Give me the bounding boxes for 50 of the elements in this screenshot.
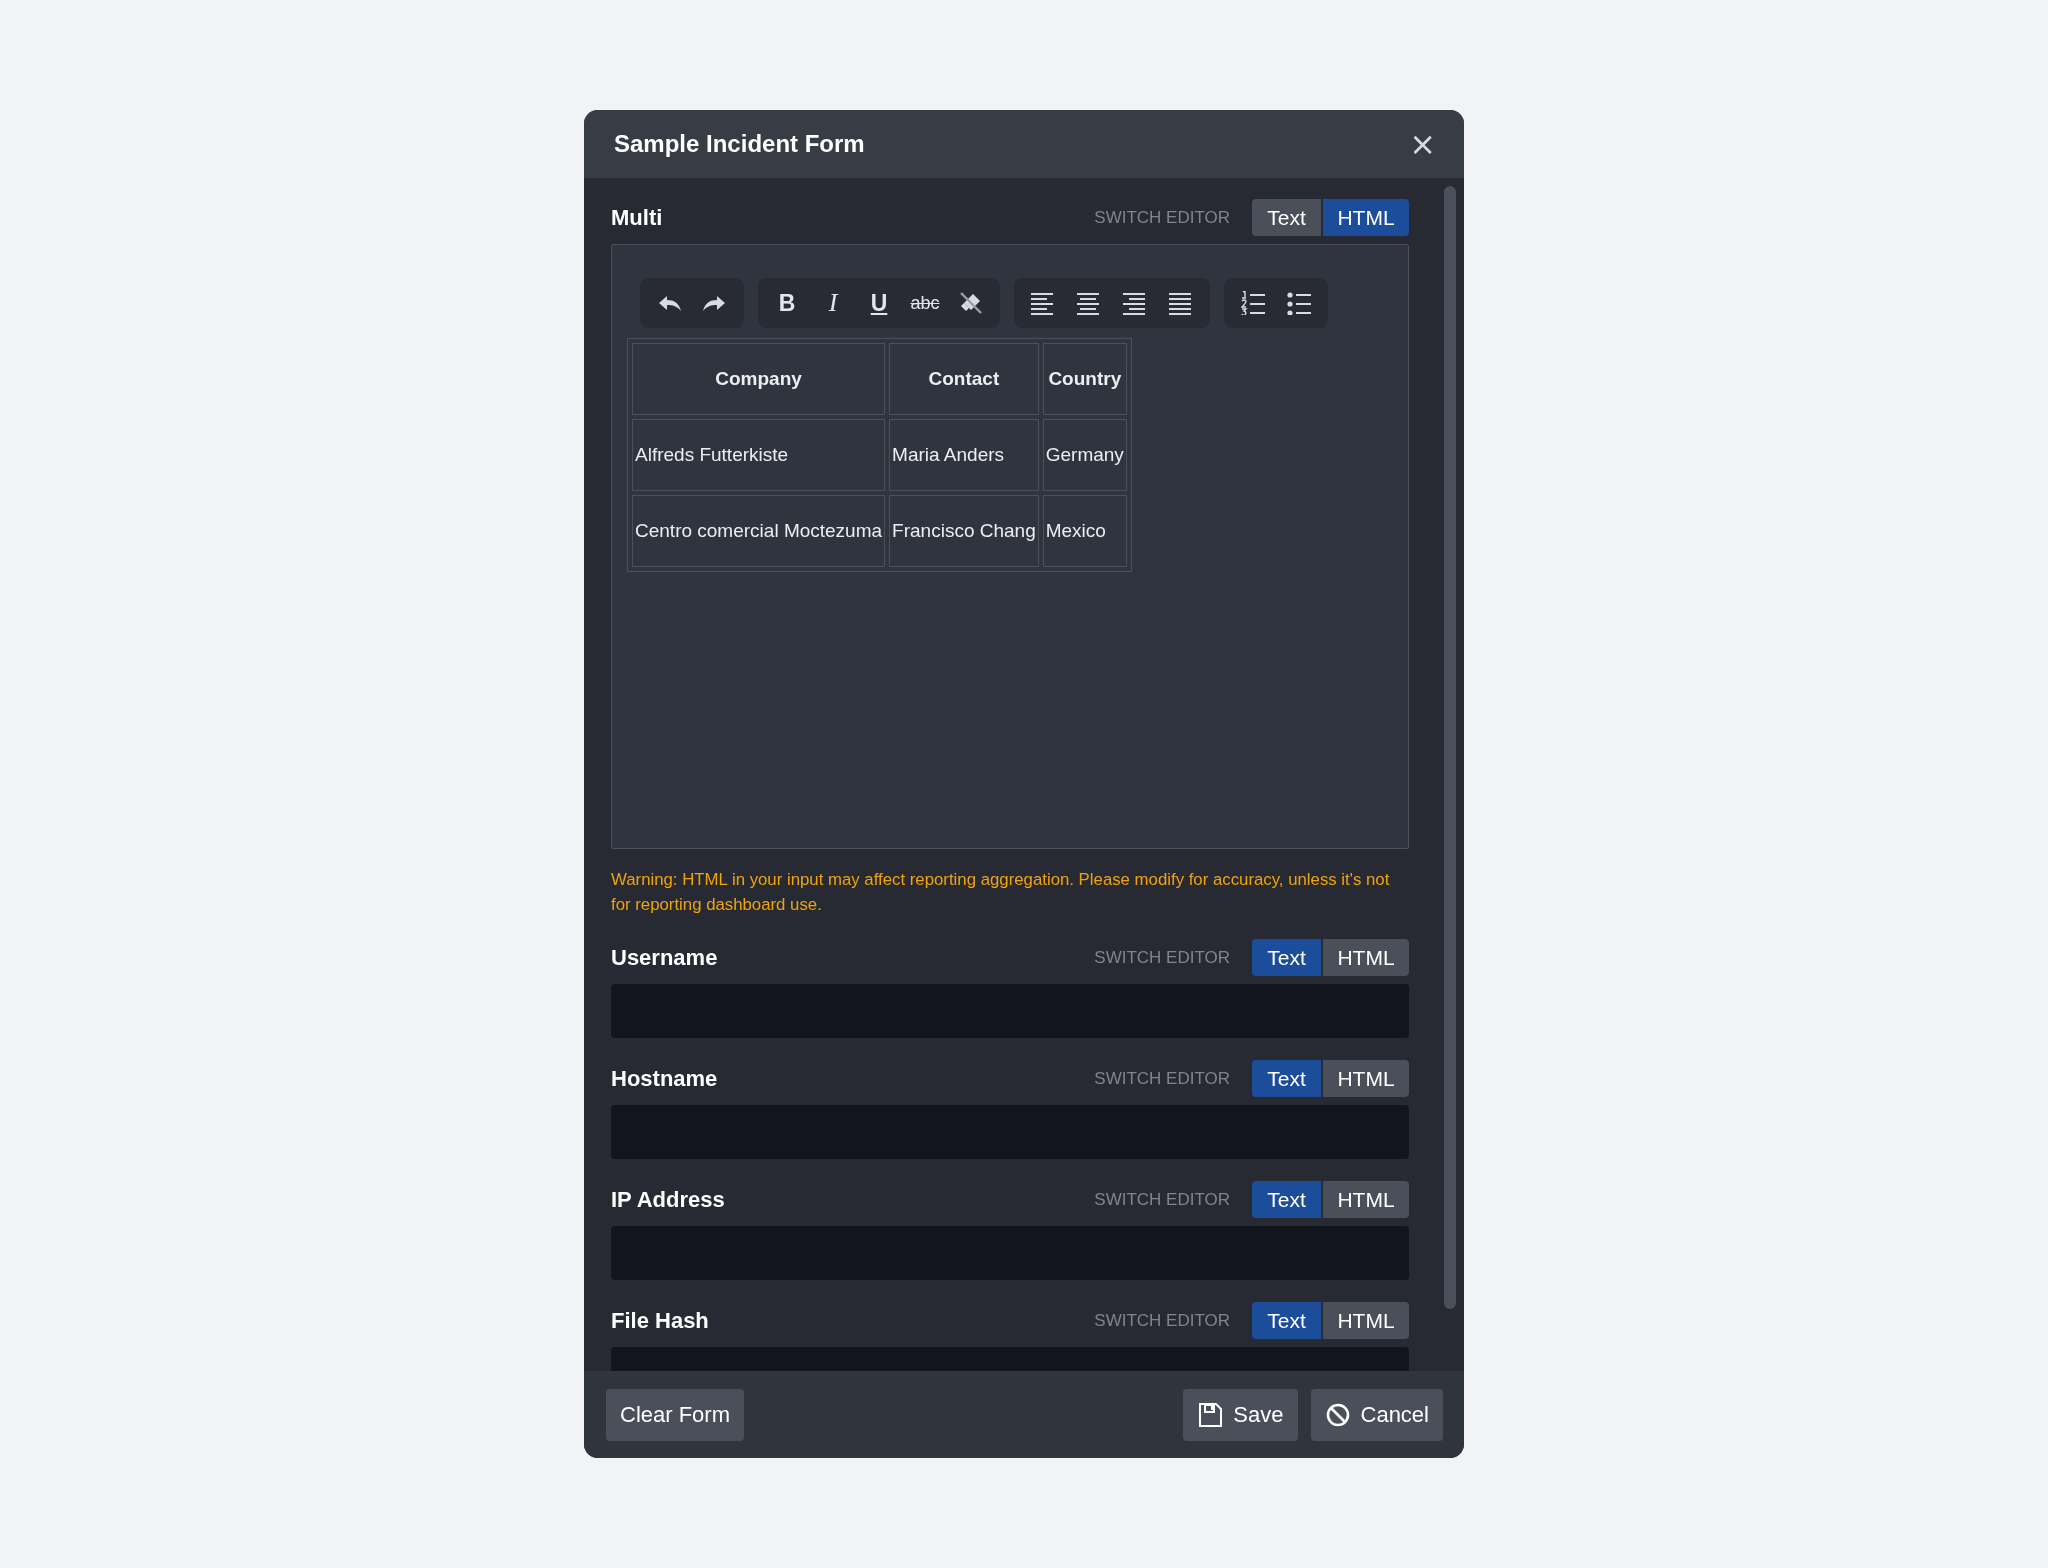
bold-button[interactable]: B	[764, 283, 810, 323]
cancel-button[interactable]: Cancel	[1310, 1388, 1443, 1441]
editor-mode-tab[interactable]: HTML	[1323, 199, 1409, 236]
scrollbar-thumb[interactable]	[1444, 186, 1456, 1309]
align-center-icon[interactable]	[1077, 291, 1101, 315]
switch-editor-label: SWITCH EDITOR	[1094, 1310, 1230, 1331]
editor-mode-tab[interactable]: HTML	[1323, 1060, 1409, 1097]
editor-mode-tab[interactable]: Text	[1252, 199, 1321, 236]
editor-mode-tab[interactable]: Text	[1252, 939, 1321, 976]
table-cell: Germany	[1042, 419, 1127, 491]
ban-icon	[1324, 1401, 1351, 1428]
table-cell: Centro comercial Moctezuma	[632, 495, 886, 567]
editor-mode-tab[interactable]: HTML	[1323, 1181, 1409, 1218]
editor-mode-tab[interactable]: Text	[1252, 1060, 1321, 1097]
table-cell: Alfreds Futterkiste	[632, 419, 886, 491]
save-icon	[1197, 1401, 1224, 1428]
table-cell: Maria Anders	[889, 419, 1039, 491]
align-left-icon[interactable]	[1031, 291, 1055, 315]
rich-text-editor[interactable]: B I U abc Company Contact Country Alfreds Futterkiste Maria Anders Germany Centro comercial Moctezuma Francisco Chang Mexico	[611, 244, 1409, 849]
eraser-icon[interactable]	[959, 291, 983, 315]
field-label: Multi	[611, 204, 663, 231]
italic-button[interactable]: I	[810, 283, 856, 323]
editor-mode-tab[interactable]: HTML	[1323, 939, 1409, 976]
editor-mode-tab[interactable]: Text	[1252, 1302, 1321, 1339]
switch-editor-label: SWITCH EDITOR	[1094, 1189, 1230, 1210]
field-label: Hostname	[611, 1065, 718, 1092]
switch-editor-label: SWITCH EDITOR	[1094, 207, 1230, 228]
clear-form-button[interactable]: Clear Form	[606, 1388, 744, 1441]
close-button[interactable]: ×	[1405, 128, 1440, 160]
switch-editor-label: SWITCH EDITOR	[1094, 1068, 1230, 1089]
justify-icon[interactable]	[1169, 291, 1193, 315]
table-cell: Mexico	[1042, 495, 1127, 567]
field-label: IP Address	[611, 1186, 725, 1213]
table-cell: Francisco Chang	[889, 495, 1039, 567]
field-label: File Hash	[611, 1307, 709, 1334]
editor-mode-tab[interactable]: HTML	[1323, 1302, 1409, 1339]
column-header: Country	[1042, 343, 1127, 415]
switch-editor-label: SWITCH EDITOR	[1094, 947, 1230, 968]
save-button[interactable]: Save	[1183, 1388, 1298, 1441]
bullet-list-icon[interactable]	[1287, 291, 1311, 315]
column-header: Contact	[889, 343, 1039, 415]
numbered-list-icon[interactable]	[1241, 291, 1265, 315]
underline-button[interactable]: U	[856, 283, 902, 323]
align-right-icon[interactable]	[1123, 291, 1147, 315]
column-header: Company	[632, 343, 886, 415]
editor-mode-tab[interactable]: Text	[1252, 1181, 1321, 1218]
warning-text: Warning: HTML in your input may affect reporting aggregation. Please modify for accuracy, unless it's not for reporting dashboard use.	[611, 869, 1391, 916]
strikethrough-button[interactable]: abc	[902, 283, 948, 323]
field-label: Username	[611, 944, 718, 971]
dialog-title: Sample Incident Form	[614, 130, 865, 158]
